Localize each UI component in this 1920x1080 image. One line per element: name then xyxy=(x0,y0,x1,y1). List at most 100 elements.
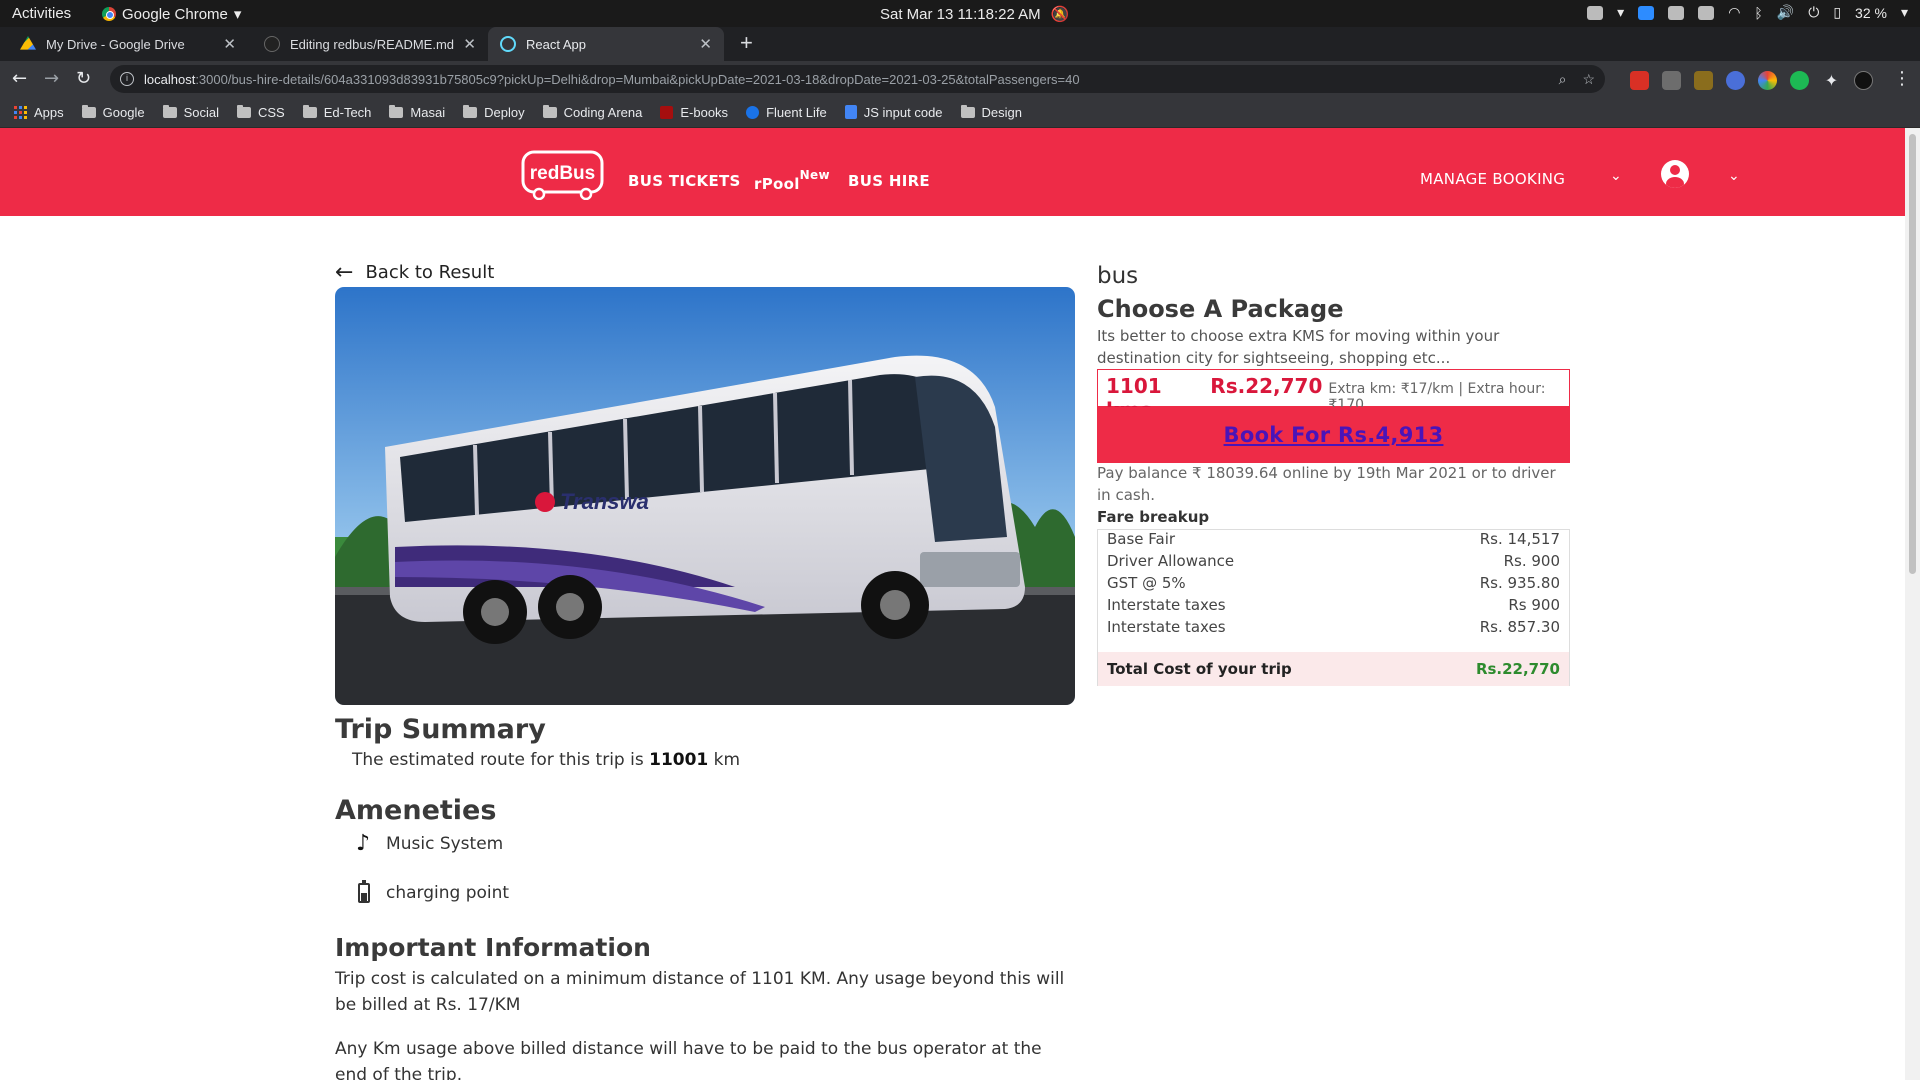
bus-photo: Transwa xyxy=(335,287,1075,705)
url-host: localhost xyxy=(144,71,196,87)
trip-distance-value: 11001 xyxy=(649,750,709,770)
book-button-container: Book For Rs.4,913 xyxy=(1097,407,1570,463)
bookmark-label: Google xyxy=(102,104,145,120)
extension-icon[interactable] xyxy=(1694,71,1713,90)
extension-icon[interactable] xyxy=(1662,71,1681,90)
bell-muted-icon: 🔕 xyxy=(1050,6,1070,23)
choose-package-heading: Choose A Package xyxy=(1097,295,1344,323)
bookmark-folder[interactable]: CSS xyxy=(236,104,285,120)
package-option[interactable]: 1101 kms Rs.22,770 Extra km: ₹17/km | Ex… xyxy=(1097,369,1570,422)
extension-icon[interactable] xyxy=(1630,71,1649,90)
fare-label: Base Fair xyxy=(1107,530,1176,548)
forward-arrow-icon[interactable]: → xyxy=(44,69,59,89)
bus-type-label: bus xyxy=(1097,263,1139,289)
tab-react-app[interactable]: React App ✕ xyxy=(488,27,724,61)
extension-icon[interactable] xyxy=(1790,71,1809,90)
app-menu[interactable]: Google Chrome ▾ xyxy=(102,5,241,23)
bookmark-folder[interactable]: Coding Arena xyxy=(542,104,642,120)
fare-amount: Rs. 935.80 xyxy=(1479,574,1560,592)
clock-text: Sat Mar 13 11:18:22 AM xyxy=(880,5,1041,23)
caret-down-icon: ▾ xyxy=(1617,4,1625,20)
github-icon xyxy=(264,36,280,52)
bookmark-label: Masai xyxy=(410,104,446,120)
bookmark-folder[interactable]: Ed-Tech xyxy=(302,104,371,120)
amenity-label: charging point xyxy=(386,883,510,903)
address-bar[interactable]: i localhost:3000/bus-hire-details/604a33… xyxy=(110,65,1605,93)
bookmark-star-icon[interactable]: ☆ xyxy=(1582,71,1595,88)
bookmark-apps[interactable]: Apps xyxy=(14,105,64,120)
ebook-icon xyxy=(660,105,674,119)
clock[interactable]: Sat Mar 13 11:18:22 AM 🔕 xyxy=(880,5,1070,24)
fare-amount: Rs. 900 xyxy=(1503,552,1560,570)
bookmark-js-input[interactable]: JS input code xyxy=(844,105,943,120)
folder-icon xyxy=(236,104,251,118)
chevron-down-icon[interactable]: ⌄ xyxy=(1728,168,1740,184)
info-paragraph: Any Km usage above billed distance will … xyxy=(335,1039,1042,1080)
battery-percent: 32 % xyxy=(1855,4,1887,21)
folder-icon xyxy=(463,104,478,118)
nav-bus-tickets[interactable]: BUS TICKETS xyxy=(628,172,741,190)
zoom-icon[interactable] xyxy=(1638,5,1655,20)
redbus-logo[interactable]: redBus xyxy=(521,150,604,200)
manage-booking-menu[interactable]: MANAGE BOOKING xyxy=(1420,170,1565,188)
fare-label: Driver Allowance xyxy=(1107,552,1235,570)
bookmark-label: Design xyxy=(981,104,1023,120)
browser-toolbar: ← → ↻ i localhost:3000/bus-hire-details/… xyxy=(0,61,1920,97)
fare-label: Interstate taxes xyxy=(1107,618,1226,636)
back-to-result-link[interactable]: ← Back to Result xyxy=(335,261,494,283)
fare-label: Interstate taxes xyxy=(1107,596,1226,614)
fare-breakup-table: Base Fair Rs. 14,517 Driver Allowance Rs… xyxy=(1097,529,1570,686)
new-tab-button[interactable]: + xyxy=(740,32,753,54)
wifi-icon: ◠ xyxy=(1728,4,1741,20)
apps-icon xyxy=(14,105,27,119)
bookmark-folder[interactable]: Masai xyxy=(389,104,446,120)
slack-icon[interactable] xyxy=(1668,5,1685,20)
window-icon[interactable] xyxy=(1698,5,1715,20)
bookmark-fluent-life[interactable]: Fluent Life xyxy=(746,105,827,120)
important-info-heading: Important Information xyxy=(335,933,651,962)
puzzle-icon[interactable]: ✦ xyxy=(1822,71,1841,90)
zoom-magnifier-icon[interactable]: ⌕ xyxy=(1559,71,1567,88)
close-icon[interactable]: ✕ xyxy=(699,35,712,53)
activities-button[interactable]: Activities xyxy=(12,5,71,22)
close-icon[interactable]: ✕ xyxy=(463,35,476,53)
site-header: redBus BUS TICKETS rPoolNew BUS HIRE MAN… xyxy=(0,128,1905,216)
trip-summary-text: The estimated route for this trip is 110… xyxy=(352,750,740,770)
site-info-icon[interactable]: i xyxy=(120,72,134,86)
total-label: Total Cost of your trip xyxy=(1107,660,1292,678)
battery-icon: ▯ xyxy=(1833,4,1842,20)
book-button[interactable]: Book For Rs.4,913 xyxy=(1224,423,1444,447)
fluent-life-icon xyxy=(746,105,760,119)
drive-icon xyxy=(20,36,36,50)
more-options-icon[interactable]: ⋮ xyxy=(1893,68,1911,89)
bookmark-folder[interactable]: Google xyxy=(81,104,145,120)
bookmark-folder[interactable]: Social xyxy=(162,104,219,120)
bookmark-label: Social xyxy=(183,104,219,120)
tab-google-drive[interactable]: My Drive - Google Drive ✕ xyxy=(8,27,248,61)
page-scrollbar[interactable] xyxy=(1905,128,1920,1080)
nav-rpool[interactable]: rPoolNew xyxy=(754,168,830,193)
bookmark-folder[interactable]: Deploy xyxy=(463,104,525,120)
extensions-row: ✦ xyxy=(1630,71,1873,90)
info-paragraph: Trip cost is calculated on a minimum dis… xyxy=(335,969,1065,1015)
bookmark-label: Fluent Life xyxy=(766,104,827,120)
chevron-down-icon[interactable]: ⌄ xyxy=(1610,168,1622,184)
user-account-icon[interactable] xyxy=(1661,160,1689,188)
screen-icon[interactable] xyxy=(1587,5,1604,20)
extension-icon[interactable] xyxy=(1726,71,1745,90)
reload-icon[interactable]: ↻ xyxy=(76,69,91,89)
back-arrow-icon[interactable]: ← xyxy=(12,69,27,89)
color-picker-icon[interactable] xyxy=(1758,71,1777,90)
chrome-icon xyxy=(102,7,116,21)
amenity-label: Music System xyxy=(386,833,504,854)
profile-avatar[interactable] xyxy=(1854,71,1873,90)
bookmark-folder[interactable]: Design xyxy=(960,104,1023,120)
bookmark-ebooks[interactable]: E-books xyxy=(660,105,728,120)
tab-github-editing[interactable]: Editing redbus/README.md at ✕ xyxy=(252,27,488,61)
scrollbar-thumb[interactable] xyxy=(1909,134,1916,574)
nav-bus-hire[interactable]: BUS HIRE xyxy=(848,172,930,190)
tab-title: My Drive - Google Drive xyxy=(46,36,185,52)
close-icon[interactable]: ✕ xyxy=(223,35,236,53)
system-tray[interactable]: ▾ ◠ ᛒ 🔊 ⏻ ▯ 32 % ▾ xyxy=(1587,4,1908,21)
bookmarks-bar: Apps Google Social CSS Ed-Tech Masai Dep… xyxy=(0,97,1920,128)
